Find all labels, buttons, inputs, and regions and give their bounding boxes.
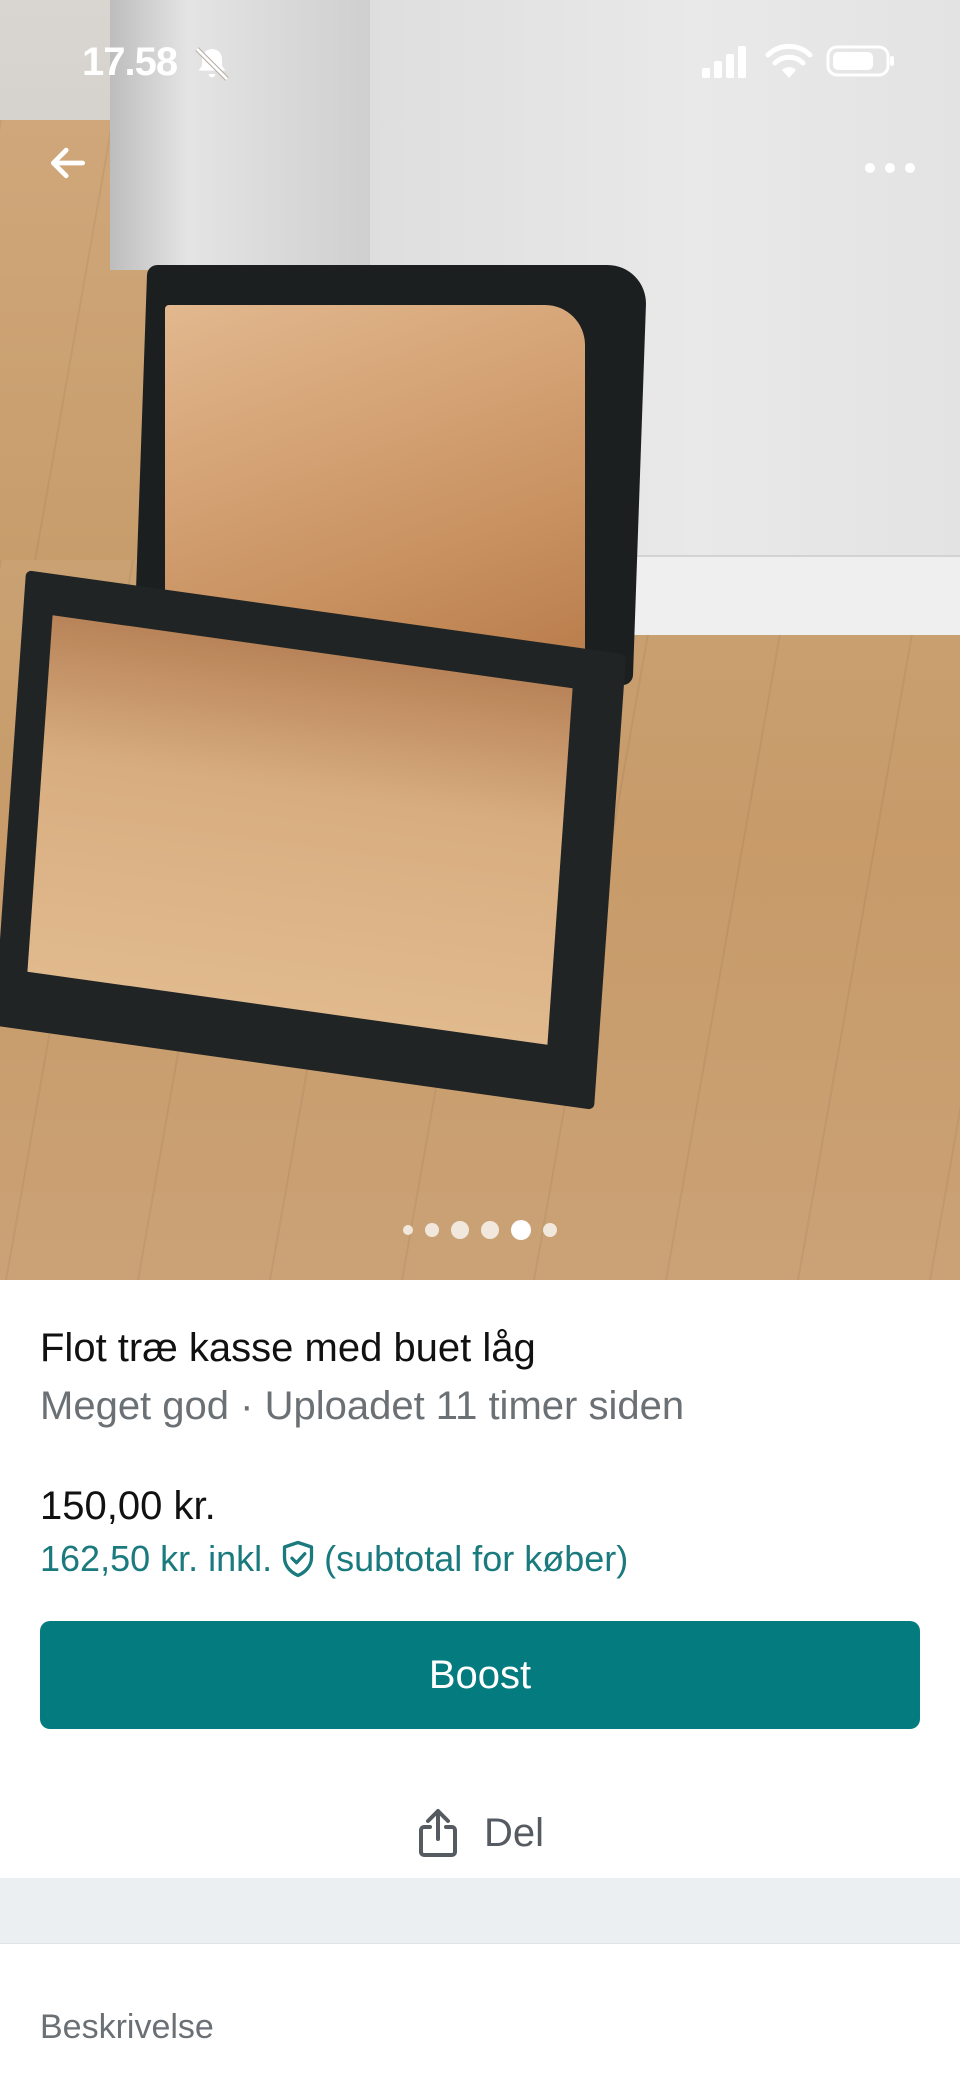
buyer-price-info[interactable]: 162,50 kr. inkl. (subtotal for køber) [40,1538,628,1580]
listing-title: Flot træ kasse med buet låg [40,1326,536,1370]
buyer-price: 162,50 kr. inkl. [40,1538,273,1579]
listing-details: Flot træ kasse med buet låg Meget god · … [0,1280,960,1878]
gallery-dot[interactable] [543,1223,557,1237]
gallery-dot[interactable] [425,1223,439,1237]
shield-check-icon [282,1540,314,1578]
more-options-button[interactable] [860,140,920,196]
back-button[interactable] [40,135,96,191]
share-icon [418,1809,457,1857]
gallery-dot[interactable] [403,1225,413,1235]
listing-price: 150,00 kr. [40,1484,216,1528]
listing-condition-and-upload-time: Meget god · Uploadet 11 timer siden [40,1384,685,1428]
battery-icon [826,45,894,77]
gallery-dot[interactable] [451,1221,469,1239]
photo-baseboard [620,555,960,635]
section-divider [0,1878,960,1944]
gallery-dot[interactable] [511,1220,531,1240]
share-button[interactable]: Del [0,1788,960,1878]
status-bar: 17.58 [0,0,960,130]
wifi-icon [765,43,813,78]
signal-icon [702,46,746,78]
bell-slash-icon [195,47,229,81]
arrow-left-icon [50,147,86,179]
description-section: Beskrivelse [0,1944,960,2078]
gallery-dot[interactable] [481,1221,499,1239]
share-label: Del [483,1810,545,1855]
photo-box-inside [27,615,573,1045]
gallery-pagination [0,1220,960,1240]
description-heading: Beskrivelse [40,2008,214,2046]
product-photo[interactable] [0,0,960,1280]
boost-button[interactable]: Boost [40,1621,920,1729]
buyer-price-note: (subtotal for køber) [324,1538,629,1579]
status-time: 17.58 [82,40,178,84]
more-horizontal-icon [865,163,915,173]
